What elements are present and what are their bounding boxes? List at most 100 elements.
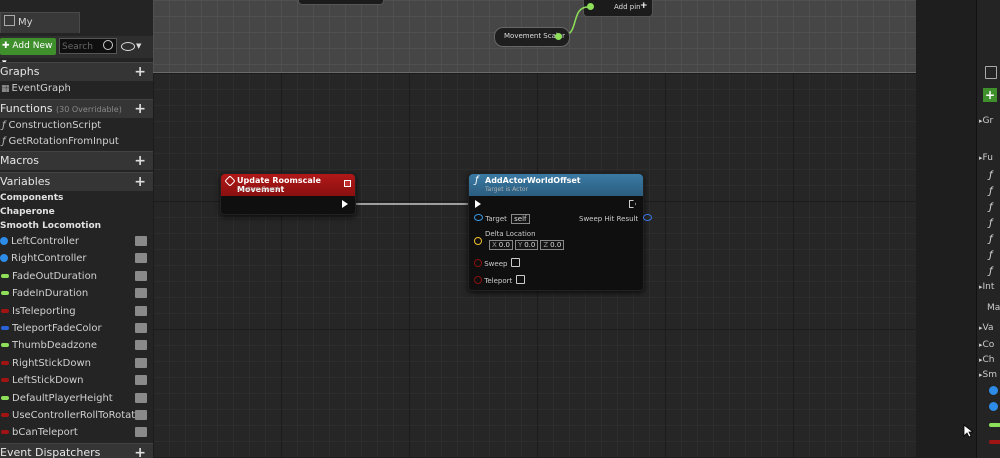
add-actor-world-offset-header[interactable]: ƒ AddActorWorldOffset Target is Actor <box>469 174 643 196</box>
object-pin-icon[interactable] <box>474 214 483 221</box>
visibility-eye-icon[interactable] <box>135 288 147 299</box>
visibility-eye-icon[interactable] <box>135 340 147 351</box>
right-section-item[interactable]: ▸Int <box>979 282 1000 292</box>
right-section-item[interactable]: ▸Fu <box>979 153 1000 163</box>
y-axis-label: Y <box>517 241 523 249</box>
chevron-down-icon[interactable]: ▼ <box>136 42 141 50</box>
add-graph-icon[interactable]: + <box>134 63 146 81</box>
exec-out-pin-icon[interactable] <box>629 200 636 208</box>
function-icon[interactable]: ƒ <box>989 266 993 277</box>
output-pin-icon[interactable] <box>555 33 562 40</box>
target-pin-row[interactable]: Target self <box>474 214 530 224</box>
delegate-pin-icon[interactable] <box>344 180 351 187</box>
bool-pin-icon[interactable] <box>474 259 482 267</box>
exec-out-pin-icon[interactable] <box>342 200 348 208</box>
visibility-eye-icon[interactable] <box>135 236 147 246</box>
partial-node-top[interactable] <box>298 0 384 5</box>
right-section-item[interactable]: ▸Va <box>979 323 1000 333</box>
section-macros[interactable]: Macros + <box>0 151 153 170</box>
visibility-eye-icon[interactable] <box>135 427 147 438</box>
search-icon[interactable] <box>103 40 113 50</box>
function-icon[interactable]: ƒ <box>989 170 993 181</box>
variable-item[interactable]: TeleportFadeColor <box>0 320 153 337</box>
variable-item[interactable]: LeftStickDown <box>0 372 153 389</box>
variable-item[interactable]: LeftController <box>0 233 153 250</box>
bool-pin-icon[interactable] <box>474 276 482 284</box>
function-icon[interactable]: ƒ <box>989 218 993 229</box>
delta-location-pin-row[interactable]: Delta Location X 0.0 Y 0.0 Z 0.0 <box>474 230 565 250</box>
variable-item[interactable]: IsTeleporting <box>0 303 153 320</box>
function-item-constructionscript[interactable]: ƒ ConstructionScript <box>0 117 153 134</box>
var-type-pill-icon <box>1 291 9 296</box>
add-macro-icon[interactable]: + <box>134 152 146 170</box>
visibility-eye-icon[interactable] <box>135 270 147 281</box>
visibility-eye-icon[interactable] <box>135 392 147 403</box>
right-section-item[interactable]: Ma <box>987 303 1000 313</box>
exec-in-pin-icon[interactable] <box>475 200 481 208</box>
variable-item[interactable]: bCanTeleport <box>0 424 153 441</box>
right-section-item[interactable]: ▸Co <box>979 340 1000 350</box>
section-functions[interactable]: Functions (30 Overridable) + <box>0 99 153 118</box>
visibility-eye-icon[interactable] <box>135 323 147 333</box>
movement-scaler-node[interactable]: Movement Scaler <box>494 27 570 47</box>
variable-name: FadeOutDuration <box>12 270 98 282</box>
visibility-eye-icon[interactable] <box>135 410 147 420</box>
variable-item[interactable]: FadeOutDuration <box>0 268 153 285</box>
plus-icon: ✚ <box>2 41 10 51</box>
eye-icon[interactable] <box>121 42 135 51</box>
add-actor-world-offset-node[interactable]: ƒ AddActorWorldOffset Target is Actor Ta… <box>468 173 652 291</box>
my-blueprint-tab[interactable]: My Blueprint <box>0 12 80 48</box>
z-field[interactable]: Z 0.0 <box>540 240 565 250</box>
add-new-button[interactable]: ✚ Add New ▾ <box>0 38 56 68</box>
variable-name: ThumbDeadzone <box>12 340 98 352</box>
right-section-label: Ch <box>982 355 995 365</box>
teleport-pin-row[interactable]: Teleport <box>474 275 526 285</box>
graph-item-eventgraph[interactable]: ▦ EventGraph <box>0 80 153 97</box>
add-function-icon[interactable]: + <box>134 100 146 118</box>
function-icon[interactable]: ƒ <box>989 234 993 245</box>
visibility-eye-icon[interactable] <box>135 357 147 368</box>
variable-name: UseControllerRollToRotat <box>12 410 136 421</box>
function-icon[interactable]: ƒ <box>989 202 993 213</box>
x-field[interactable]: X 0.0 <box>489 240 513 250</box>
book-icon[interactable] <box>985 66 997 79</box>
graph-item-label: EventGraph <box>11 83 71 94</box>
add-new-button-collapsed[interactable]: + <box>983 88 997 102</box>
variable-item[interactable]: DefaultPlayerHeight <box>0 390 153 407</box>
custom-event-header[interactable]: Update Roomscale Movement Custom Event <box>221 174 355 196</box>
variable-item[interactable]: ThumbDeadzone <box>0 337 153 354</box>
sweep-pin-row[interactable]: Sweep <box>474 258 521 268</box>
struct-pin-icon[interactable] <box>642 214 652 221</box>
teleport-checkbox[interactable] <box>516 275 526 284</box>
right-section-item[interactable]: ▸Sm <box>979 370 1000 380</box>
custom-event-node[interactable]: Update Roomscale Movement Custom Event <box>220 173 356 215</box>
sweep-checkbox[interactable] <box>511 258 521 267</box>
right-section-label: Sm <box>982 370 997 380</box>
section-event-dispatchers[interactable]: Event Dispatchers + <box>0 443 153 458</box>
function-item-getrotationfrominput[interactable]: ƒ GetRotationFromInput <box>0 133 153 150</box>
section-graphs[interactable]: Graphs + <box>0 62 153 81</box>
right-section-item[interactable]: ▸Gr <box>979 116 1000 126</box>
vector-pin-icon[interactable] <box>474 237 482 245</box>
add-pin-plus-icon[interactable]: + <box>640 1 648 11</box>
sweep-hit-result-pin-row[interactable]: Sweep Hit Result <box>579 214 652 223</box>
right-section-item[interactable]: ▸Ch <box>979 355 1000 365</box>
section-graphs-label: Graphs <box>0 65 40 78</box>
function-icon[interactable]: ƒ <box>989 186 993 197</box>
variable-item[interactable]: RightController <box>0 250 153 267</box>
add-event-dispatcher-icon[interactable]: + <box>134 444 146 458</box>
visibility-eye-icon[interactable] <box>135 253 147 264</box>
variable-item[interactable]: UseControllerRollToRotat <box>0 407 153 424</box>
visibility-eye-icon[interactable] <box>135 305 147 316</box>
variable-item[interactable]: FadeInDuration <box>0 285 153 302</box>
add-variable-icon[interactable]: + <box>134 173 146 191</box>
variable-item[interactable]: RightStickDown <box>0 355 153 372</box>
add-pin-label[interactable]: Add pin <box>614 3 641 11</box>
y-field[interactable]: Y 0.0 <box>514 240 539 250</box>
section-variables[interactable]: Variables + <box>0 172 153 191</box>
right-section-label: Co <box>982 340 995 350</box>
variable-name: LeftStickDown <box>12 375 84 387</box>
function-icon[interactable]: ƒ <box>989 250 993 261</box>
details-panel-gap <box>916 0 976 458</box>
visibility-eye-icon[interactable] <box>135 375 147 386</box>
